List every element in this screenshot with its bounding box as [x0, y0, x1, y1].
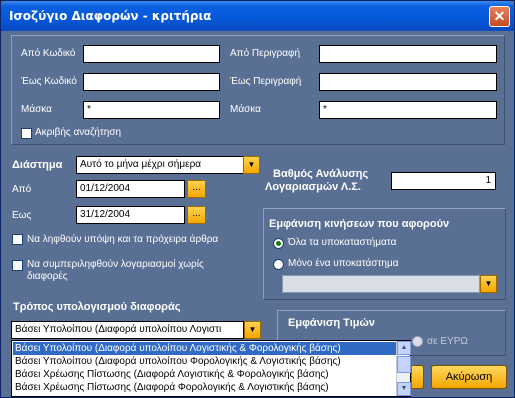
period-label: Διάστημα	[12, 159, 63, 171]
from-date-picker-button[interactable]: ...	[187, 180, 206, 198]
include-no-diff-checkbox[interactable]	[12, 260, 23, 271]
dropdown-scrollbar[interactable]: ▲ ▼	[396, 341, 411, 396]
from-desc-input[interactable]	[319, 45, 497, 63]
close-icon: ✕	[493, 8, 506, 24]
scroll-thumb[interactable]	[397, 356, 411, 373]
mask-desc-label: Μάσκα	[230, 104, 261, 115]
include-drafts-checkbox[interactable]	[12, 234, 23, 245]
period-select[interactable]: Αυτό το μήνα μέχρι σήμερα	[76, 156, 244, 174]
to-desc-input[interactable]	[319, 73, 497, 91]
title-bar[interactable]: Ισοζύγιο Διαφορών - κριτήρια ✕	[1, 1, 514, 31]
exact-search-label: Ακριβής αναζήτηση	[35, 127, 122, 138]
dialog-window: Ισοζύγιο Διαφορών - κριτήρια ✕ Από Κωδικ…	[0, 0, 515, 398]
include-drafts-label: Να ληφθούν υπόψη και τα πρόχειρα άρθρα	[27, 234, 219, 245]
all-branches-label: Όλα τα υποκαταστήματα	[288, 237, 397, 248]
analysis-level-label: Βαθμός Ανάλυσης	[273, 168, 369, 180]
from-desc-label: Από Περιγραφή	[230, 48, 301, 59]
diff-method-label: Τρόπος υπολογισμού διαφοράς	[13, 301, 181, 313]
dropdown-option-4[interactable]: Βάσει Χρέωσης Πίστωσης (Διαφορά Φορολογι…	[13, 381, 396, 394]
to-code-input[interactable]	[83, 73, 220, 91]
euro-radio[interactable]	[412, 336, 423, 347]
from-code-input[interactable]	[83, 45, 220, 63]
diff-method-dropdown-button[interactable]: ▼	[244, 321, 261, 339]
window-title: Ισοζύγιο Διαφορών - κριτήρια	[9, 9, 212, 23]
mask-desc-input[interactable]: *	[319, 101, 497, 119]
movements-title: Εμφάνιση κινήσεων που αφορούν	[269, 218, 450, 230]
ellipsis-icon: ...	[192, 182, 201, 193]
include-no-diff-label-cont: διαφορές	[27, 271, 68, 282]
close-button[interactable]: ✕	[489, 6, 510, 27]
one-branch-radio[interactable]	[273, 259, 284, 270]
dropdown-option-2[interactable]: Βάσει Υπολοίπου (Διαφορά υπολοίπου Φορολ…	[13, 355, 396, 368]
diff-method-select[interactable]: Βάσει Υπολοίπου (Διαφορά υπολοίπου Λογισ…	[11, 321, 244, 339]
mask-label: Μάσκα	[21, 104, 52, 115]
from-code-label: Από Κωδικό	[21, 48, 76, 59]
one-branch-label: Μόνο ένα υποκατάστημα	[288, 258, 399, 269]
from-date-label: Από	[12, 184, 32, 195]
diff-method-dropdown-list: Βάσει Υπολοίπου (Διαφορά υπολοίπου Λογισ…	[11, 340, 411, 397]
ok-button[interactable]	[412, 365, 424, 389]
exact-search-checkbox[interactable]	[21, 128, 32, 139]
to-code-label: Έως Κωδικό	[21, 76, 77, 87]
cancel-button[interactable]: Ακύρωση	[431, 365, 507, 389]
analysis-level-label-cont: Λογαριασμών Λ.Σ.	[265, 181, 361, 193]
chevron-down-icon: ▼	[400, 385, 408, 392]
chevron-down-icon: ▼	[484, 279, 493, 288]
to-desc-label: Έως Περιγραφή	[230, 76, 302, 87]
chevron-up-icon: ▲	[400, 344, 408, 351]
mask-input[interactable]: *	[83, 101, 220, 119]
scroll-down-button[interactable]: ▼	[397, 382, 411, 396]
from-date-input[interactable]: 01/12/2004	[76, 180, 185, 198]
branch-dropdown-button[interactable]: ▼	[480, 275, 497, 293]
all-branches-radio[interactable]	[273, 238, 284, 249]
scroll-up-button[interactable]: ▲	[397, 341, 411, 355]
dropdown-option-1[interactable]: Βάσει Υπολοίπου (Διαφορά υπολοίπου Λογισ…	[13, 342, 396, 355]
analysis-level-input[interactable]: 1	[391, 172, 496, 190]
branch-select[interactable]	[282, 275, 480, 293]
values-display-title: Εμφάνιση Τιμών	[288, 317, 375, 329]
to-date-picker-button[interactable]: ...	[187, 206, 206, 224]
euro-label: σε ΕΥΡΩ	[427, 336, 468, 347]
chevron-down-icon: ▼	[247, 160, 256, 169]
include-no-diff-label: Να συμπεριληφθούν λογαριασμοί χωρίς	[27, 259, 204, 270]
ellipsis-icon: ...	[192, 208, 201, 219]
chevron-down-icon: ▼	[248, 325, 257, 334]
period-dropdown-button[interactable]: ▼	[243, 156, 260, 174]
to-date-label: Εως	[12, 210, 32, 221]
dropdown-option-3[interactable]: Βάσει Χρέωσης Πίστωσης (Διαφορά Λογιστικ…	[13, 368, 396, 381]
to-date-input[interactable]: 31/12/2004	[76, 206, 185, 224]
